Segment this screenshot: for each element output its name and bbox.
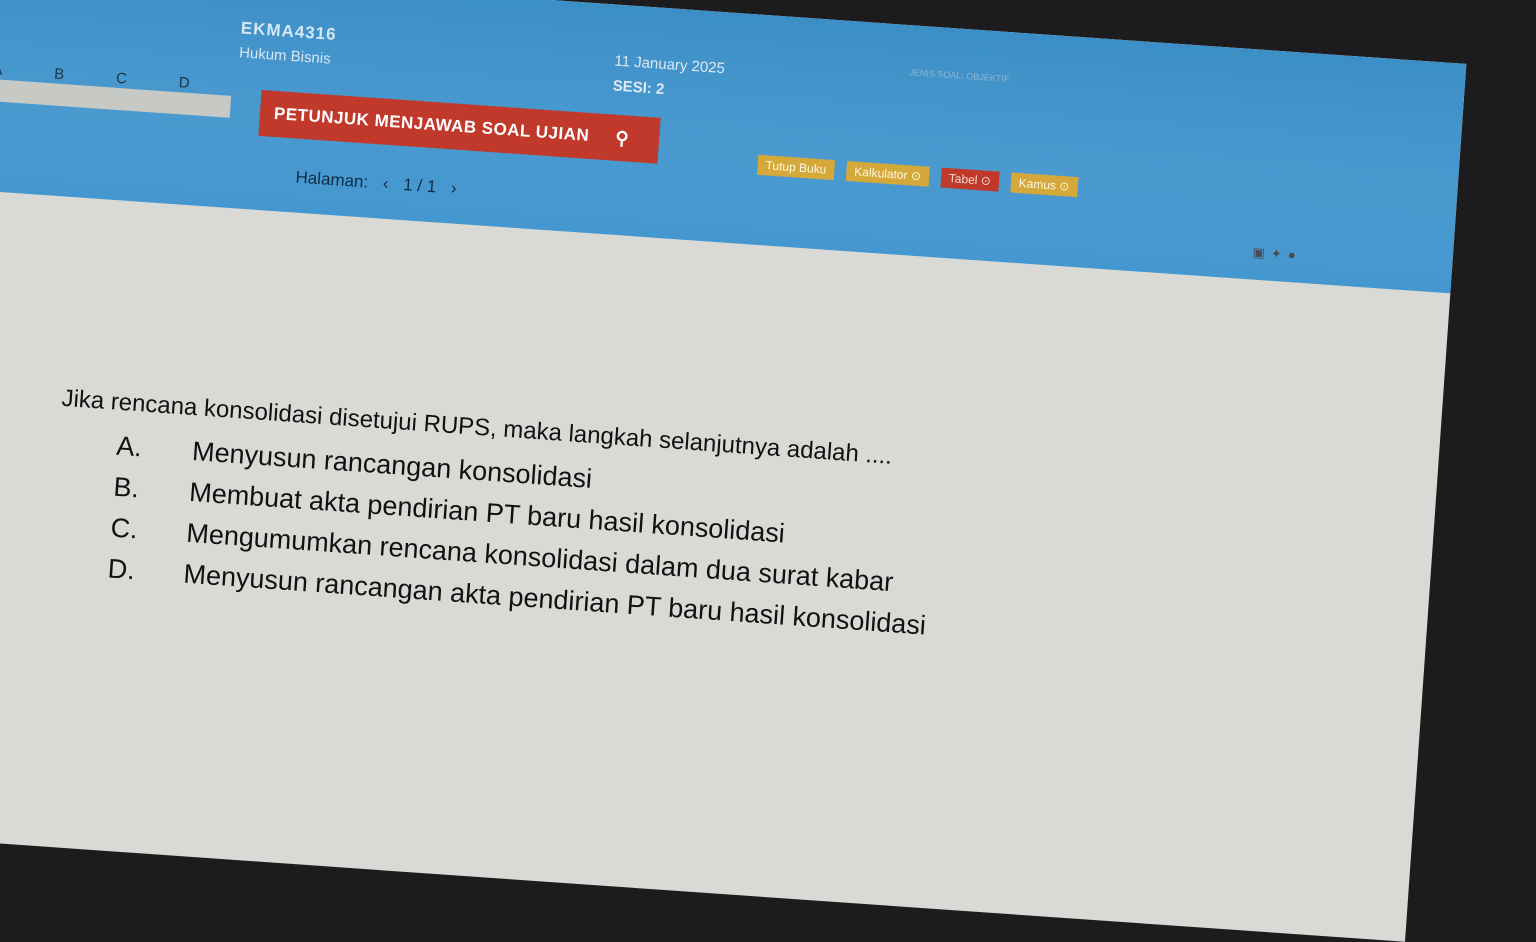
option-letter: A. xyxy=(115,430,143,463)
window-icons: ▣✦● xyxy=(1252,245,1302,264)
answer-letter-a[interactable]: A xyxy=(0,61,3,79)
option-letter: D. xyxy=(106,553,136,586)
dictionary-button[interactable]: Kamus ⊙ xyxy=(1010,172,1079,198)
table-button[interactable]: Tabel ⊙ xyxy=(940,167,1000,192)
pagination-label: Halaman: xyxy=(294,167,369,192)
prev-page-button[interactable]: ‹ xyxy=(382,174,389,193)
answer-letter-b[interactable]: B xyxy=(54,65,65,83)
exam-meta: JENIS SOAL: OBJEKTIF xyxy=(909,65,1010,86)
next-page-button[interactable]: › xyxy=(450,178,457,197)
settings-icon[interactable]: ✦ xyxy=(1270,246,1288,262)
instruction-button[interactable]: PETUNJUK MENJAWAB SOAL UJIAN ⚲ xyxy=(258,89,661,164)
exam-date: 11 January 2025 xyxy=(613,52,726,78)
course-name: Hukum Bisnis xyxy=(238,44,332,68)
pin-icon: ⚲ xyxy=(614,127,630,149)
meta-line: JENIS SOAL: OBJEKTIF xyxy=(909,67,1010,85)
answer-letter-c[interactable]: C xyxy=(116,70,128,88)
exam-screen: EKMA4316 Hukum Bisnis A B C D PETUNJUK M… xyxy=(0,0,1467,942)
exam-date-block: 11 January 2025 SESI: 2 xyxy=(612,53,725,103)
answer-letter-d[interactable]: D xyxy=(178,74,190,92)
option-letter: B. xyxy=(112,471,141,504)
option-letter: C. xyxy=(109,512,139,545)
close-book-button[interactable]: Tutup Buku xyxy=(756,154,836,181)
calculator-button[interactable]: Kalkulator ⊙ xyxy=(845,160,930,187)
page-indicator: 1 / 1 xyxy=(402,175,437,197)
course-code: EKMA4316 xyxy=(240,18,338,45)
instruction-button-label: PETUNJUK MENJAWAB SOAL UJIAN xyxy=(273,103,590,145)
exam-session: SESI: 2 xyxy=(612,77,665,99)
course-info: EKMA4316 Hukum Bisnis xyxy=(239,18,338,68)
toolbar: Tutup Buku Kalkulator ⊙ Tabel ⊙ Kamus ⊙ xyxy=(756,154,1079,198)
pagination: Halaman: ‹ 1 / 1 › xyxy=(295,168,467,200)
status-icon: ● xyxy=(1287,246,1303,263)
exam-header: EKMA4316 Hukum Bisnis A B C D PETUNJUK M… xyxy=(0,0,1467,294)
window-icon[interactable]: ▣ xyxy=(1252,245,1271,261)
